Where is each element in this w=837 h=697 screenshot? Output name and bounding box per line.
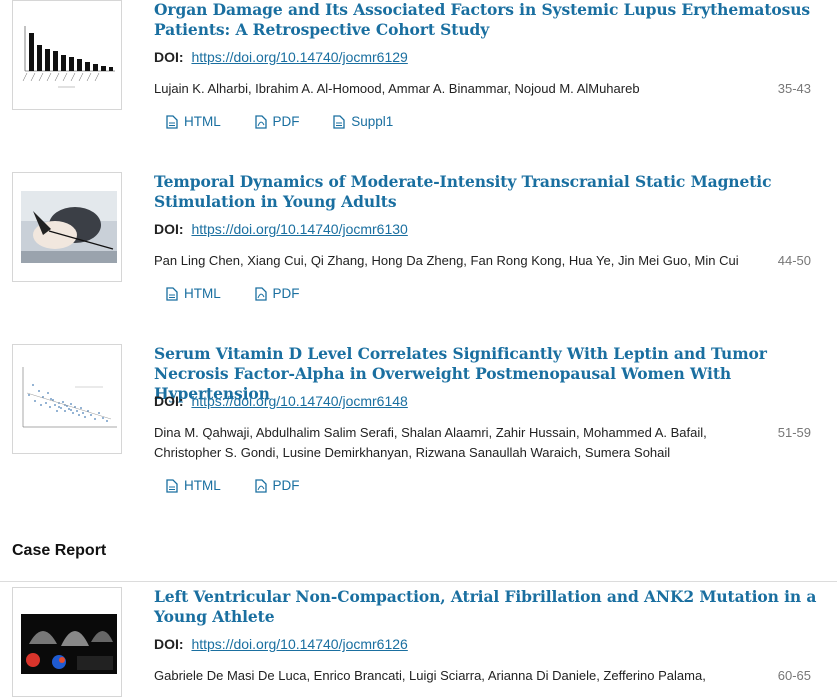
doi-row: DOI: https://doi.org/10.14740/jocmr6126 — [154, 635, 408, 653]
article-title[interactable]: Organ Damage and Its Associated Factors … — [154, 0, 819, 40]
article-thumbnail[interactable] — [12, 0, 122, 110]
doi-row: DOI: https://doi.org/10.14740/jocmr6148 — [154, 392, 408, 410]
pdf-file-icon — [254, 478, 267, 493]
article-authors: Pan Ling Chen, Xiang Cui, Qi Zhang, Hong… — [154, 253, 739, 268]
doi-row: DOI: https://doi.org/10.14740/jocmr6130 — [154, 220, 408, 238]
article-title[interactable]: Left Ventricular Non-Compaction, Atrial … — [154, 587, 819, 627]
suppl-link[interactable]: Suppl1 — [333, 114, 393, 129]
doi-link[interactable]: https://doi.org/10.14740/jocmr6148 — [191, 393, 407, 409]
doi-link[interactable]: https://doi.org/10.14740/jocmr6129 — [191, 49, 407, 65]
article-authors: Lujain K. Alharbi, Ibrahim A. Al-Homood,… — [154, 81, 640, 96]
doi-label: DOI: — [154, 221, 184, 237]
bar-chart-thumbnail — [22, 26, 115, 88]
article-pages: 44-50 — [777, 253, 811, 268]
pdf-link[interactable]: PDF — [254, 478, 300, 493]
pdf-file-icon — [254, 114, 267, 129]
pdf-file-icon — [254, 286, 267, 301]
html-link-label: HTML — [184, 114, 221, 129]
article-thumbnail[interactable] — [12, 587, 122, 697]
section-divider — [0, 581, 837, 582]
article-links: HTML PDF — [166, 286, 330, 304]
article-authors: Dina M. Qahwaji, Abdulhalim Salim Serafi… — [154, 425, 707, 460]
html-link-label: HTML — [184, 286, 221, 301]
html-link[interactable]: HTML — [166, 478, 221, 493]
document-icon — [166, 286, 178, 301]
document-icon — [333, 114, 345, 129]
doi-label: DOI: — [154, 49, 184, 65]
pdf-link-label: PDF — [272, 114, 300, 129]
article-authors: Gabriele De Masi De Luca, Enrico Brancat… — [154, 668, 706, 683]
document-icon — [166, 478, 178, 493]
html-link[interactable]: HTML — [166, 286, 221, 301]
doi-link[interactable]: https://doi.org/10.14740/jocmr6130 — [191, 221, 407, 237]
document-icon — [166, 114, 178, 129]
photo-thumbnail — [21, 191, 117, 263]
article-thumbnail[interactable] — [12, 344, 122, 454]
pdf-link[interactable]: PDF — [254, 286, 300, 301]
doi-label: DOI: — [154, 393, 184, 409]
article-links: HTML PDF — [166, 478, 330, 496]
doi-link[interactable]: https://doi.org/10.14740/jocmr6126 — [191, 636, 407, 652]
html-link[interactable]: HTML — [166, 114, 221, 129]
pdf-link-label: PDF — [272, 478, 300, 493]
html-link-label: HTML — [184, 478, 221, 493]
doi-row: DOI: https://doi.org/10.14740/jocmr6129 — [154, 48, 408, 66]
article-title[interactable]: Temporal Dynamics of Moderate-Intensity … — [154, 172, 819, 212]
suppl-link-label: Suppl1 — [351, 114, 394, 129]
article-links: HTML PDF Suppl1 — [166, 114, 423, 132]
echocardiogram-thumbnail — [21, 614, 117, 674]
article-pages: 60-65 — [777, 668, 811, 683]
section-heading: Case Report — [12, 542, 107, 559]
pdf-link[interactable]: PDF — [254, 114, 300, 129]
article-pages: 51-59 — [777, 425, 811, 440]
doi-label: DOI: — [154, 636, 184, 652]
scatter-plot-thumbnail — [22, 367, 117, 428]
article-pages: 35-43 — [777, 81, 811, 96]
article-thumbnail[interactable] — [12, 172, 122, 282]
pdf-link-label: PDF — [272, 286, 300, 301]
